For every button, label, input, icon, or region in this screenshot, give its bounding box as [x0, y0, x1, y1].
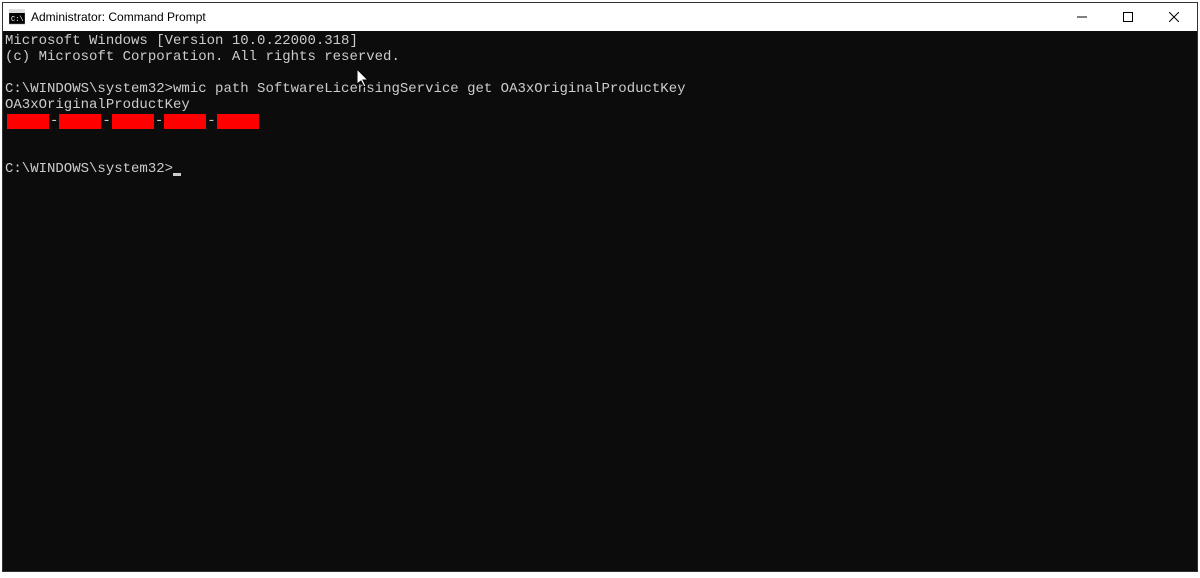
key-segment-3	[112, 114, 154, 129]
prompt-path: C:\WINDOWS\system32>	[5, 161, 173, 177]
command-line-1: C:\WINDOWS\system32>wmic path SoftwareLi…	[5, 81, 1195, 97]
cmd-icon: C:\	[9, 9, 25, 25]
key-segment-4	[164, 114, 206, 129]
copyright-line: (c) Microsoft Corporation. All rights re…	[5, 49, 1195, 65]
dash: -	[207, 113, 215, 129]
blank-line	[5, 145, 1195, 161]
command-prompt-window: C:\ Administrator: Command Prompt Micros…	[2, 2, 1198, 572]
window-controls	[1059, 3, 1197, 31]
output-header: OA3xOriginalProductKey	[5, 97, 1195, 113]
key-segment-2	[59, 114, 101, 129]
dash: -	[155, 113, 163, 129]
version-line: Microsoft Windows [Version 10.0.22000.31…	[5, 33, 1195, 49]
text-cursor	[173, 173, 181, 176]
blank-line	[5, 129, 1195, 145]
prompt-path: C:\WINDOWS\system32>	[5, 81, 173, 97]
window-title: Administrator: Command Prompt	[31, 10, 206, 24]
maximize-button[interactable]	[1105, 3, 1151, 31]
dash: -	[50, 113, 58, 129]
terminal-area[interactable]: Microsoft Windows [Version 10.0.22000.31…	[3, 31, 1197, 571]
close-button[interactable]	[1151, 3, 1197, 31]
product-key-row: - - - -	[5, 113, 1195, 129]
titlebar[interactable]: C:\ Administrator: Command Prompt	[3, 3, 1197, 31]
svg-text:C:\: C:\	[11, 16, 24, 24]
key-segment-1	[7, 114, 49, 129]
typed-command: wmic path SoftwareLicensingService get O…	[173, 81, 685, 97]
key-segment-5	[217, 114, 259, 129]
command-line-2: C:\WINDOWS\system32>	[5, 161, 1195, 177]
minimize-button[interactable]	[1059, 3, 1105, 31]
blank-line	[5, 65, 1195, 81]
dash: -	[102, 113, 110, 129]
